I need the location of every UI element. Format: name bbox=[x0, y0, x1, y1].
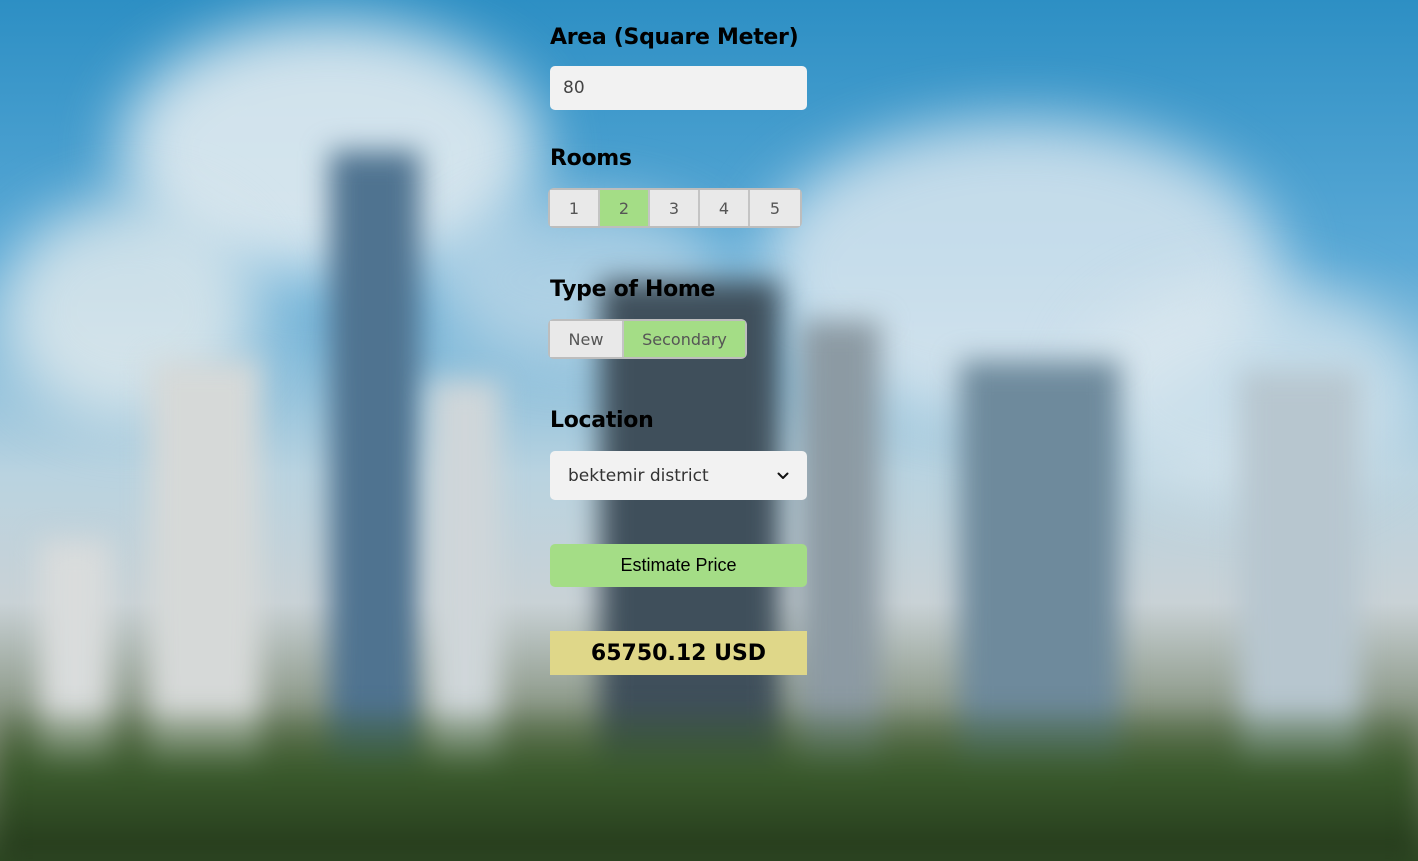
location-label: Location bbox=[550, 408, 654, 433]
home-type-secondary[interactable]: Secondary bbox=[624, 321, 745, 357]
rooms-label: Rooms bbox=[550, 146, 632, 171]
rooms-selector: 1 2 3 4 5 bbox=[550, 190, 800, 226]
background-image bbox=[0, 0, 1418, 861]
room-option-1[interactable]: 1 bbox=[550, 190, 600, 226]
room-option-4[interactable]: 4 bbox=[700, 190, 750, 226]
estimate-price-button[interactable]: Estimate Price bbox=[550, 544, 807, 587]
room-option-2[interactable]: 2 bbox=[600, 190, 650, 226]
home-type-selector: New Secondary bbox=[550, 321, 745, 357]
location-select[interactable]: bektemir district bbox=[550, 451, 807, 500]
room-option-3[interactable]: 3 bbox=[650, 190, 700, 226]
estimated-price-result: 65750.12 USD bbox=[550, 631, 807, 675]
home-type-new[interactable]: New bbox=[550, 321, 624, 357]
area-label: Area (Square Meter) bbox=[550, 25, 799, 50]
area-input[interactable] bbox=[550, 66, 807, 110]
room-option-5[interactable]: 5 bbox=[750, 190, 800, 226]
home-type-label: Type of Home bbox=[550, 277, 716, 302]
location-selected-value: bektemir district bbox=[568, 465, 709, 486]
chevron-down-icon bbox=[777, 472, 789, 479]
